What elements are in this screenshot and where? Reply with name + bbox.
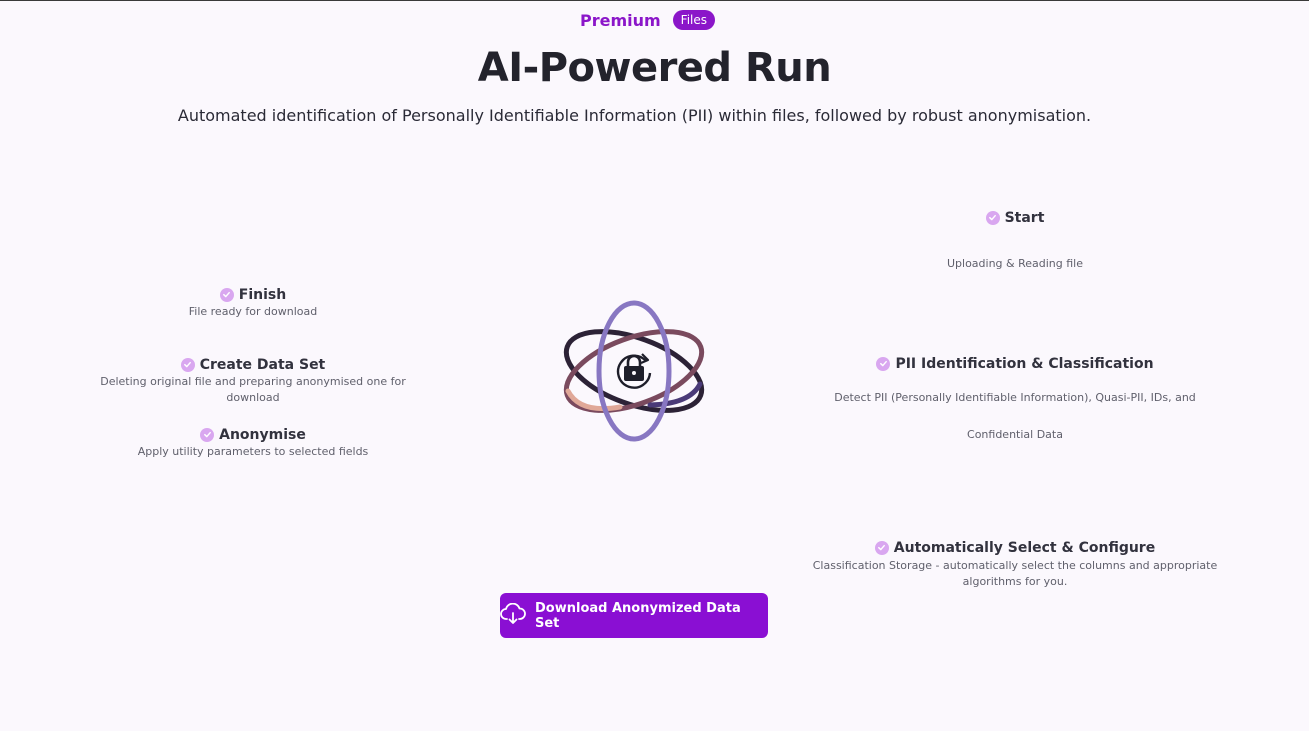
step-create-title: Create Data Set — [180, 356, 326, 373]
step-title-text: Create Data Set — [199, 356, 326, 373]
check-icon — [876, 356, 891, 371]
step-finish: Finish File ready for download — [78, 284, 428, 320]
step-auto-desc-line2: algorithms for you. — [962, 575, 1068, 588]
step-anonymise-desc: Apply utility parameters to selected fie… — [137, 445, 369, 458]
cloud-download-icon — [500, 602, 526, 629]
step-pii-identification: PII Identification & Classification Dete… — [815, 353, 1215, 443]
step-title-text: PII Identification & Classification — [895, 355, 1154, 372]
step-auto-select: Automatically Select & Configure Classif… — [800, 537, 1230, 590]
step-title-text: Start — [1004, 209, 1045, 226]
step-start-desc: Uploading & Reading file — [946, 257, 1084, 270]
step-create-data-set: Create Data Set Deleting original file a… — [78, 354, 428, 406]
atom-lock-icon — [560, 299, 708, 444]
premium-label: Premium — [579, 10, 661, 30]
page-subtitle: Automated identification of Personally I… — [177, 106, 1092, 125]
step-pii-desc-line1: Detect PII (Personally Identifiable Info… — [834, 391, 1196, 404]
step-pii-title: PII Identification & Classification — [876, 355, 1154, 372]
step-start-title: Start — [985, 209, 1045, 226]
step-title-text: Anonymise — [219, 426, 306, 443]
check-icon — [874, 540, 889, 555]
header-row: Premium Files — [0, 10, 1309, 30]
page-title: AI-Powered Run — [477, 45, 832, 91]
step-finish-title: Finish — [219, 286, 287, 303]
step-title-text: Automatically Select & Configure — [893, 539, 1156, 556]
check-icon — [180, 357, 195, 372]
check-icon — [219, 287, 234, 302]
download-anonymized-button[interactable]: Download Anonymized Data Set — [500, 593, 768, 638]
step-pii-desc-line2: Confidential Data — [967, 428, 1063, 441]
files-badge: Files — [672, 10, 716, 30]
check-icon — [200, 427, 215, 442]
step-create-desc: Deleting original file and preparing ano… — [100, 375, 406, 404]
check-icon — [985, 210, 1000, 225]
step-auto-desc-line1: Classification Storage - automatically s… — [812, 559, 1218, 572]
download-button-label: Download Anonymized Data Set — [535, 600, 741, 631]
step-finish-desc: File ready for download — [188, 305, 318, 318]
step-auto-title: Automatically Select & Configure — [874, 539, 1156, 556]
step-title-text: Finish — [238, 286, 287, 303]
step-anonymise: Anonymise Apply utility parameters to se… — [78, 424, 428, 460]
step-anonymise-title: Anonymise — [200, 427, 306, 443]
step-start: Start Uploading & Reading file — [905, 207, 1125, 272]
